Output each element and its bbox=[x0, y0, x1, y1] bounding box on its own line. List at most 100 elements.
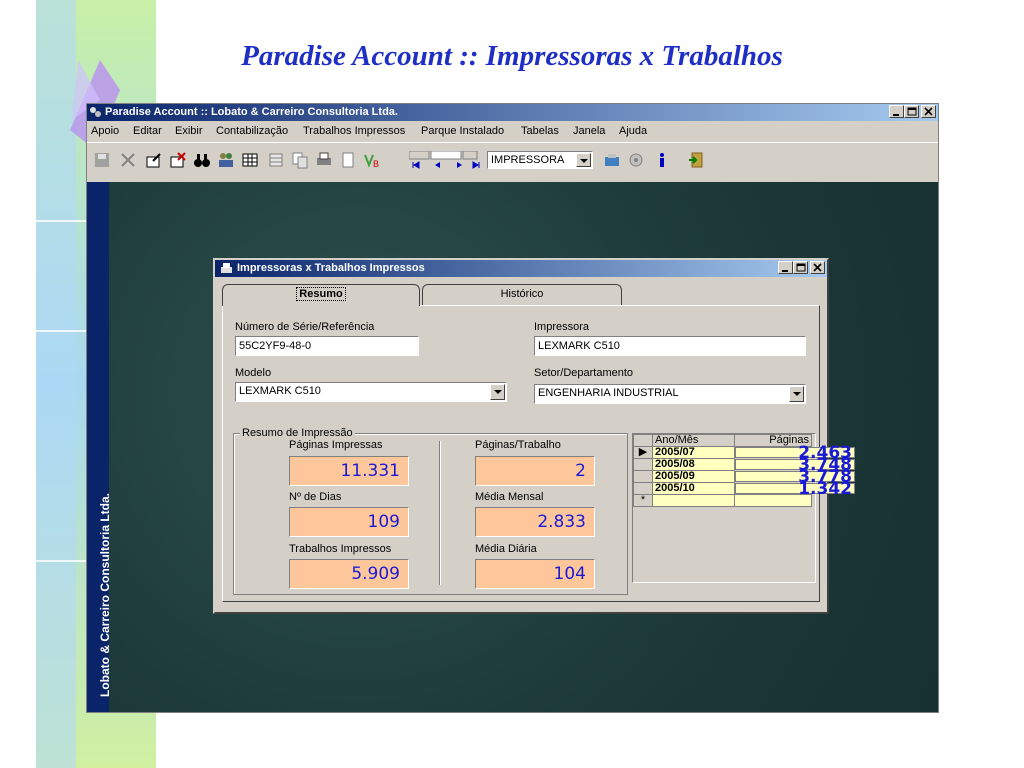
settings-icon[interactable] bbox=[627, 151, 645, 169]
monthly-grid[interactable]: Ano/Mês Páginas ▶ 2005/07 2.463 2005/08 … bbox=[632, 433, 855, 583]
new-row[interactable]: * bbox=[633, 494, 812, 507]
col-header-month[interactable]: Ano/Mês bbox=[652, 434, 735, 447]
menu-contabilizacao[interactable]: Contabilização bbox=[216, 122, 288, 141]
table-icon[interactable] bbox=[241, 151, 259, 169]
delete-icon[interactable] bbox=[119, 151, 137, 169]
view-select[interactable]: IMPRESSORA bbox=[487, 151, 593, 169]
cell-month[interactable]: 2005/08 bbox=[652, 458, 735, 471]
row-selector[interactable] bbox=[633, 482, 653, 495]
table-row[interactable]: 2005/10 1.342 bbox=[633, 480, 855, 497]
sector-select[interactable]: ENGENHARIA INDUSTRIAL bbox=[534, 384, 806, 404]
binoculars-icon[interactable] bbox=[193, 151, 211, 169]
daily-avg-value: 104 bbox=[475, 559, 595, 589]
cell-month-new[interactable] bbox=[652, 494, 735, 507]
serial-field[interactable]: 55C2YF9-48-0 bbox=[235, 336, 419, 356]
printer-field[interactable]: LEXMARK C510 bbox=[534, 336, 806, 356]
minimize-icon bbox=[893, 114, 899, 116]
row-selector[interactable] bbox=[633, 458, 653, 471]
menu-editar[interactable]: Editar bbox=[133, 122, 162, 141]
menu-parque-instalado[interactable]: Parque Instalado bbox=[421, 122, 504, 141]
sector-label: Setor/Departamento bbox=[534, 367, 634, 379]
summary-group-label: Resumo de Impressão bbox=[240, 427, 355, 439]
days-label: Nº de Dias bbox=[289, 491, 342, 503]
menu-tabelas[interactable]: Tabelas bbox=[521, 122, 559, 141]
cell-month[interactable]: 2005/10 bbox=[652, 482, 735, 495]
app-window-controls bbox=[889, 105, 936, 119]
view-select-value: IMPRESSORA bbox=[491, 154, 565, 166]
monthly-avg-value: 2.833 bbox=[475, 507, 595, 537]
copy-icon[interactable] bbox=[291, 151, 309, 169]
row-selector-header bbox=[633, 434, 653, 447]
edit-delete-icon[interactable] bbox=[169, 151, 187, 169]
model-select[interactable]: LEXMARK C510 bbox=[235, 382, 507, 402]
child-window-controls bbox=[778, 261, 825, 275]
save-icon[interactable] bbox=[93, 151, 111, 169]
close-icon bbox=[813, 263, 822, 272]
printer-label: Impressora bbox=[534, 321, 590, 333]
sector-select-value: ENGENHARIA INDUSTRIAL bbox=[538, 387, 679, 399]
days-value: 109 bbox=[289, 507, 409, 537]
menu-bar: Apoio Editar Exibir Contabilização Traba… bbox=[87, 122, 938, 141]
tab-panel: Número de Série/Referência 55C2YF9-48-0 … bbox=[222, 305, 855, 602]
tab-resumo[interactable]: Resumo bbox=[222, 284, 420, 306]
info-icon[interactable] bbox=[653, 151, 671, 169]
printer-icon[interactable] bbox=[315, 151, 333, 169]
child-minimize-button[interactable] bbox=[778, 261, 793, 274]
summary-divider bbox=[439, 441, 441, 585]
table-row[interactable]: ▶ 2005/07 2.463 bbox=[633, 445, 855, 462]
menu-trabalhos-impressos[interactable]: Trabalhos Impressos bbox=[303, 122, 405, 141]
chevron-down-icon[interactable] bbox=[576, 153, 591, 167]
app-titlebar[interactable]: Paradise Account :: Lobato & Carreiro Co… bbox=[87, 104, 938, 121]
tab-historico[interactable]: Histórico bbox=[422, 284, 622, 305]
tab-resumo-label: Resumo bbox=[296, 287, 346, 301]
pages-per-job-value: 2 bbox=[475, 456, 595, 486]
pages-printed-value: 11.331 bbox=[289, 456, 409, 486]
child-maximize-button[interactable] bbox=[793, 261, 808, 274]
new-row-marker: * bbox=[633, 494, 653, 507]
brand-strip: Lobato & Carreiro Consultoria Ltda. bbox=[87, 182, 112, 712]
app-title: Paradise Account :: Lobato & Carreiro Co… bbox=[105, 106, 398, 118]
slide-title: Paradise Account :: Impressoras x Trabal… bbox=[241, 40, 783, 72]
maximize-button[interactable] bbox=[904, 105, 919, 118]
printer-icon bbox=[221, 263, 232, 273]
model-label: Modelo bbox=[235, 367, 272, 379]
grid-icon[interactable] bbox=[267, 151, 285, 169]
record-navigator[interactable] bbox=[409, 151, 489, 169]
edit-icon[interactable] bbox=[145, 151, 163, 169]
cell-pages[interactable]: 1.342 bbox=[735, 480, 855, 497]
vb-icon[interactable]: B bbox=[363, 151, 381, 169]
key-icon[interactable] bbox=[603, 151, 621, 169]
table-header-row: Ano/Mês Páginas bbox=[633, 434, 812, 447]
app-icon bbox=[90, 107, 101, 117]
child-title: Impressoras x Trabalhos Impressos bbox=[237, 262, 425, 274]
table-row[interactable]: 2005/08 3.748 bbox=[633, 456, 855, 473]
child-titlebar[interactable]: Impressoras x Trabalhos Impressos bbox=[215, 260, 827, 277]
close-button[interactable] bbox=[921, 105, 936, 118]
menu-apoio[interactable]: Apoio bbox=[91, 122, 119, 141]
tab-historico-label: Histórico bbox=[500, 288, 544, 300]
chevron-down-icon[interactable] bbox=[789, 386, 804, 402]
menu-ajuda[interactable]: Ajuda bbox=[619, 122, 647, 141]
table-row[interactable]: 2005/09 3.778 bbox=[633, 468, 855, 485]
cell-month[interactable]: 2005/07 bbox=[652, 446, 735, 459]
child-window: Impressoras x Trabalhos Impressos Resumo… bbox=[213, 258, 855, 614]
menu-exibir[interactable]: Exibir bbox=[175, 122, 203, 141]
model-select-value: LEXMARK C510 bbox=[239, 385, 321, 397]
cell-month[interactable]: 2005/09 bbox=[652, 470, 735, 483]
monthly-avg-label: Média Mensal bbox=[475, 491, 544, 503]
toolbar: B IMPRESSORA bbox=[87, 142, 938, 181]
chevron-down-icon[interactable] bbox=[490, 384, 505, 400]
document-icon[interactable] bbox=[339, 151, 357, 169]
users-icon[interactable] bbox=[217, 151, 235, 169]
minimize-icon bbox=[782, 270, 788, 272]
minimize-button[interactable] bbox=[889, 105, 904, 118]
current-row-arrow-icon: ▶ bbox=[633, 446, 653, 459]
row-selector[interactable] bbox=[633, 470, 653, 483]
jobs-value: 5.909 bbox=[289, 559, 409, 589]
menu-janela[interactable]: Janela bbox=[573, 122, 605, 141]
monthly-table: Ano/Mês Páginas ▶ 2005/07 2.463 2005/08 … bbox=[633, 434, 855, 507]
exit-icon[interactable] bbox=[687, 151, 705, 169]
daily-avg-label: Média Diária bbox=[475, 543, 537, 555]
pages-printed-label: Páginas Impressas bbox=[289, 439, 383, 451]
child-close-button[interactable] bbox=[810, 261, 825, 274]
